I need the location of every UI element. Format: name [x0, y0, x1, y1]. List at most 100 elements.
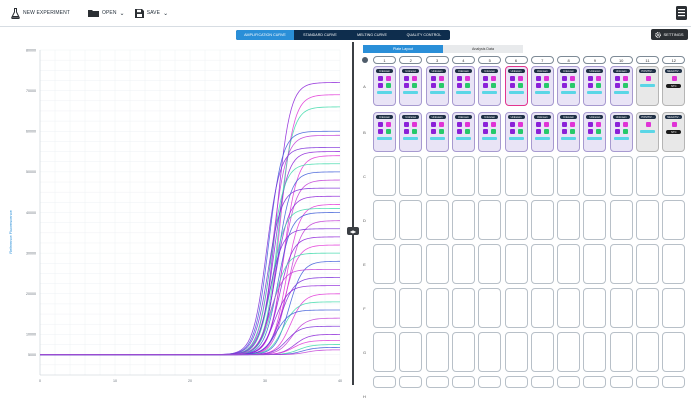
well-D2[interactable] — [399, 200, 423, 240]
well-H5[interactable] — [478, 376, 502, 388]
well-A12[interactable]: NEGATIV... NTC — [662, 66, 686, 106]
well-C3[interactable] — [425, 156, 449, 196]
well-B11[interactable]: POSITIV... — [636, 112, 659, 152]
well-E11[interactable] — [636, 244, 659, 284]
column-header-5[interactable]: 5 — [478, 56, 502, 64]
well-F7[interactable] — [530, 288, 554, 328]
menu-icon[interactable] — [676, 6, 687, 25]
well-H2[interactable] — [399, 376, 423, 388]
column-header-6[interactable]: 6 — [504, 56, 528, 64]
well-A5[interactable]: Unknown — [478, 66, 502, 106]
well-G5[interactable] — [478, 332, 502, 372]
well-H8[interactable] — [557, 376, 581, 388]
select-all-wells-button[interactable] — [362, 57, 368, 63]
well-B4[interactable]: Unknown — [451, 112, 475, 152]
row-header-E[interactable]: E — [361, 244, 368, 284]
well-F4[interactable] — [451, 288, 475, 328]
collapse-panel-button[interactable]: ◀▶ — [347, 227, 359, 235]
save-button[interactable]: SAVE ⌄ — [130, 0, 174, 27]
well-G10[interactable] — [609, 332, 633, 372]
well-G6[interactable] — [504, 332, 528, 372]
open-button[interactable]: OPEN ⌄ — [83, 0, 130, 27]
row-header-G[interactable]: G — [361, 332, 368, 372]
column-header-2[interactable]: 2 — [399, 56, 423, 64]
well-H10[interactable] — [609, 376, 633, 388]
well-G12[interactable] — [662, 332, 686, 372]
well-D11[interactable] — [636, 200, 659, 240]
row-header-D[interactable]: D — [361, 200, 368, 240]
column-header-4[interactable]: 4 — [451, 56, 475, 64]
well-B8[interactable]: Unknown — [557, 112, 581, 152]
well-F2[interactable] — [399, 288, 423, 328]
well-G3[interactable] — [425, 332, 449, 372]
well-C9[interactable] — [583, 156, 607, 196]
well-A10[interactable]: Unknown — [609, 66, 633, 106]
well-H9[interactable] — [583, 376, 607, 388]
well-E4[interactable] — [451, 244, 475, 284]
well-A6[interactable]: Unknown — [504, 66, 528, 106]
column-header-8[interactable]: 8 — [557, 56, 581, 64]
well-C7[interactable] — [530, 156, 554, 196]
well-G7[interactable] — [530, 332, 554, 372]
well-C10[interactable] — [609, 156, 633, 196]
well-C11[interactable] — [636, 156, 659, 196]
well-G4[interactable] — [451, 332, 475, 372]
well-F5[interactable] — [478, 288, 502, 328]
row-header-C[interactable]: C — [361, 156, 368, 196]
new-experiment-button[interactable]: NEW EXPERIMENT — [6, 0, 75, 27]
well-E10[interactable] — [609, 244, 633, 284]
well-E8[interactable] — [557, 244, 581, 284]
well-D6[interactable] — [504, 200, 528, 240]
well-A3[interactable]: Unknown — [425, 66, 449, 106]
well-C5[interactable] — [478, 156, 502, 196]
well-B6[interactable]: Unknown — [504, 112, 528, 152]
well-G1[interactable] — [373, 332, 396, 372]
well-B9[interactable]: Unknown — [583, 112, 607, 152]
well-A9[interactable]: Unknown — [583, 66, 607, 106]
well-C12[interactable] — [662, 156, 686, 196]
well-B7[interactable]: Unknown — [530, 112, 554, 152]
well-H4[interactable] — [451, 376, 475, 388]
column-header-11[interactable]: 11 — [636, 56, 659, 64]
well-D8[interactable] — [557, 200, 581, 240]
well-G11[interactable] — [636, 332, 659, 372]
well-F1[interactable] — [373, 288, 396, 328]
well-H7[interactable] — [530, 376, 554, 388]
tab-melting-curve[interactable]: MELTING CURVE — [346, 30, 398, 40]
column-header-12[interactable]: 12 — [662, 56, 686, 64]
well-F10[interactable] — [609, 288, 633, 328]
well-H1[interactable] — [373, 376, 396, 388]
tab-plate-layout[interactable]: Plate Layout — [363, 45, 443, 53]
well-C1[interactable] — [373, 156, 396, 196]
well-H6[interactable] — [504, 376, 528, 388]
well-B2[interactable]: Unknown — [399, 112, 423, 152]
well-B5[interactable]: Unknown — [478, 112, 502, 152]
well-D4[interactable] — [451, 200, 475, 240]
well-E5[interactable] — [478, 244, 502, 284]
well-C8[interactable] — [557, 156, 581, 196]
settings-button[interactable]: SETTINGS — [651, 29, 688, 40]
well-C6[interactable] — [504, 156, 528, 196]
well-D1[interactable] — [373, 200, 396, 240]
well-C4[interactable] — [451, 156, 475, 196]
column-header-7[interactable]: 7 — [530, 56, 554, 64]
well-E1[interactable] — [373, 244, 396, 284]
well-E9[interactable] — [583, 244, 607, 284]
well-D3[interactable] — [425, 200, 449, 240]
well-F6[interactable] — [504, 288, 528, 328]
well-D9[interactable] — [583, 200, 607, 240]
column-header-1[interactable]: 1 — [373, 56, 396, 64]
well-A8[interactable]: Unknown — [557, 66, 581, 106]
well-D7[interactable] — [530, 200, 554, 240]
well-B10[interactable]: Unknown — [609, 112, 633, 152]
row-header-A[interactable]: A — [361, 66, 368, 106]
well-A1[interactable]: Unknown — [373, 66, 396, 106]
well-E7[interactable] — [530, 244, 554, 284]
well-F9[interactable] — [583, 288, 607, 328]
well-F12[interactable] — [662, 288, 686, 328]
tab-quality-control[interactable]: QUALITY CONTROL — [398, 30, 450, 40]
well-H12[interactable] — [662, 376, 686, 388]
well-E3[interactable] — [425, 244, 449, 284]
column-header-3[interactable]: 3 — [425, 56, 449, 64]
well-H3[interactable] — [425, 376, 449, 388]
